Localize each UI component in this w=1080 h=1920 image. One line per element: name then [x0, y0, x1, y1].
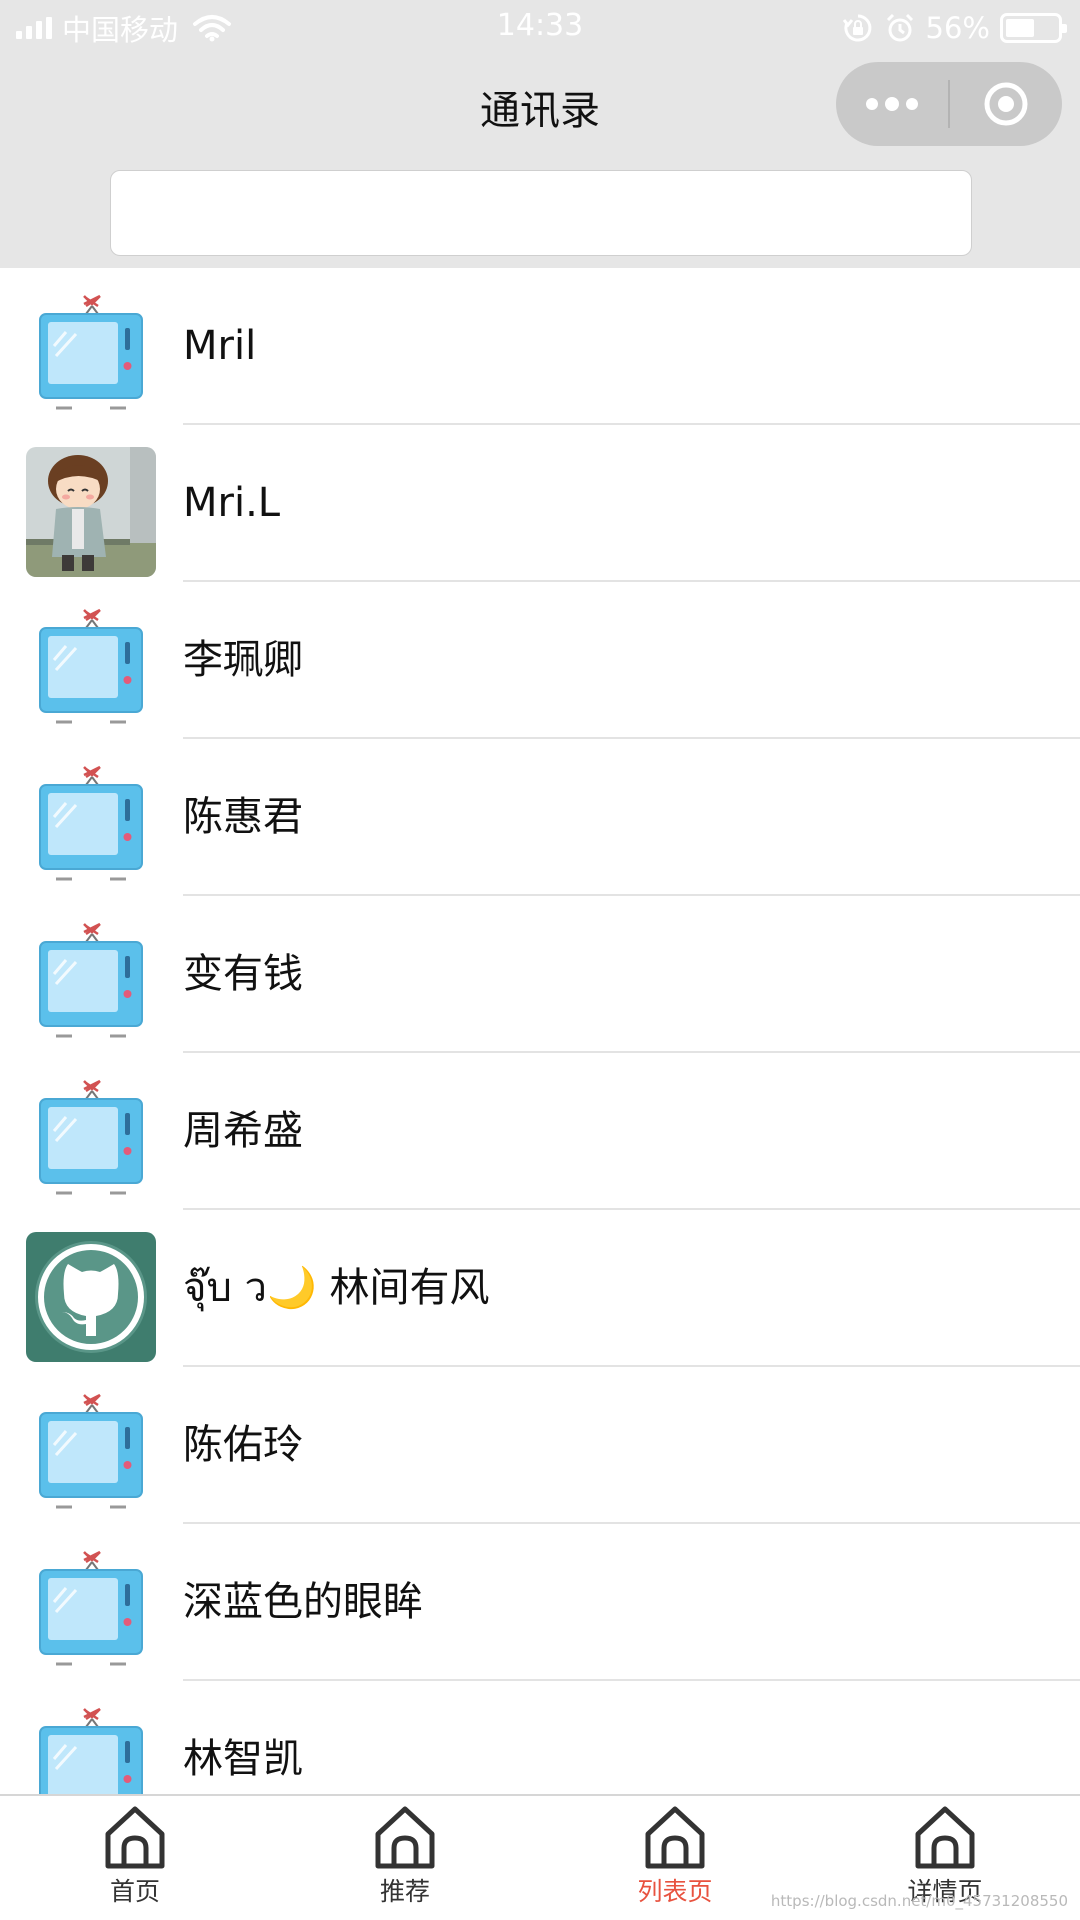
- contact-name: 林智凯: [183, 1736, 303, 1782]
- battery-tip: [1062, 24, 1067, 33]
- tv-avatar-icon: [26, 1546, 156, 1676]
- avatar-photo: [26, 447, 156, 577]
- dot: [866, 98, 878, 110]
- tab-recommend[interactable]: 推荐: [270, 1796, 540, 1920]
- contact-item[interactable]: 周希盛: [0, 1053, 1080, 1210]
- contact-item[interactable]: 李珮卿: [0, 582, 1080, 739]
- contact-item[interactable]: จุ๊บ ว🌙 林间有风: [0, 1210, 1080, 1367]
- contact-name: Mril: [183, 323, 257, 369]
- tv-avatar-icon: [26, 604, 156, 734]
- rotation-lock-icon: [842, 14, 871, 42]
- tab-list[interactable]: 列表页: [540, 1796, 810, 1920]
- tv-avatar-icon: [26, 918, 156, 1048]
- contact-item[interactable]: 陈惠君: [0, 739, 1080, 896]
- battery-level: [1006, 19, 1034, 37]
- search-input[interactable]: [110, 170, 972, 256]
- contact-item[interactable]: Mri.L: [0, 425, 1080, 582]
- tab-label: 列表页: [637, 1877, 713, 1906]
- status-bar: 中国移动 14:33 56%: [0, 0, 1080, 54]
- home-icon: [640, 1804, 710, 1870]
- target-close-icon: [984, 82, 1028, 126]
- contact-name: 陈佑玲: [183, 1422, 303, 1468]
- tab-label: 首页: [109, 1877, 160, 1906]
- alarm-icon: [886, 13, 913, 42]
- dot: [885, 97, 899, 111]
- battery-icon: [1000, 13, 1067, 43]
- tv-avatar-icon: [26, 761, 156, 891]
- tv-avatar-icon: [26, 1389, 156, 1519]
- home-icon: [370, 1804, 440, 1870]
- contact-name: 变有钱: [183, 951, 303, 997]
- contact-name: 陈惠君: [183, 794, 303, 840]
- header: 中国移动 14:33 56% 通讯录: [0, 0, 1080, 268]
- contact-list: Mril Mri.L 李珮卿陈惠君变有钱周希盛 จุ๊บ ว🌙 林间有风 陈佑玲深蓝色的…: [0, 268, 1080, 1794]
- github-avatar-icon: [26, 1232, 156, 1362]
- close-button[interactable]: [950, 62, 1062, 146]
- tab-label: 推荐: [379, 1877, 430, 1906]
- tv-avatar-icon: [26, 1703, 156, 1794]
- contact-name: 周希盛: [183, 1108, 303, 1154]
- home-icon: [910, 1804, 980, 1870]
- contact-item[interactable]: 林智凯: [0, 1681, 1080, 1794]
- contact-item[interactable]: 深蓝色的眼眸: [0, 1524, 1080, 1681]
- more-button[interactable]: [836, 62, 948, 146]
- status-right: 56%: [842, 8, 1067, 48]
- contact-name: 深蓝色的眼眸: [183, 1579, 423, 1625]
- tv-avatar-icon: [26, 1075, 156, 1205]
- tab-home[interactable]: 首页: [0, 1796, 270, 1920]
- tv-avatar-icon: [26, 290, 156, 420]
- battery-percent: 56%: [925, 11, 990, 45]
- contact-item[interactable]: 变有钱: [0, 896, 1080, 1053]
- watermark: https://blog.csdn.net/m0_45731208550: [770, 1892, 1068, 1910]
- contact-name: จุ๊บ ว🌙 林间有风: [183, 1265, 490, 1311]
- miniprogram-capsule: [836, 62, 1062, 146]
- contact-name: Mri.L: [183, 480, 281, 526]
- contact-name: 李珮卿: [183, 637, 303, 683]
- contact-item[interactable]: 陈佑玲: [0, 1367, 1080, 1524]
- contact-item[interactable]: Mril: [0, 268, 1080, 425]
- dot: [906, 98, 918, 110]
- home-icon: [100, 1804, 170, 1870]
